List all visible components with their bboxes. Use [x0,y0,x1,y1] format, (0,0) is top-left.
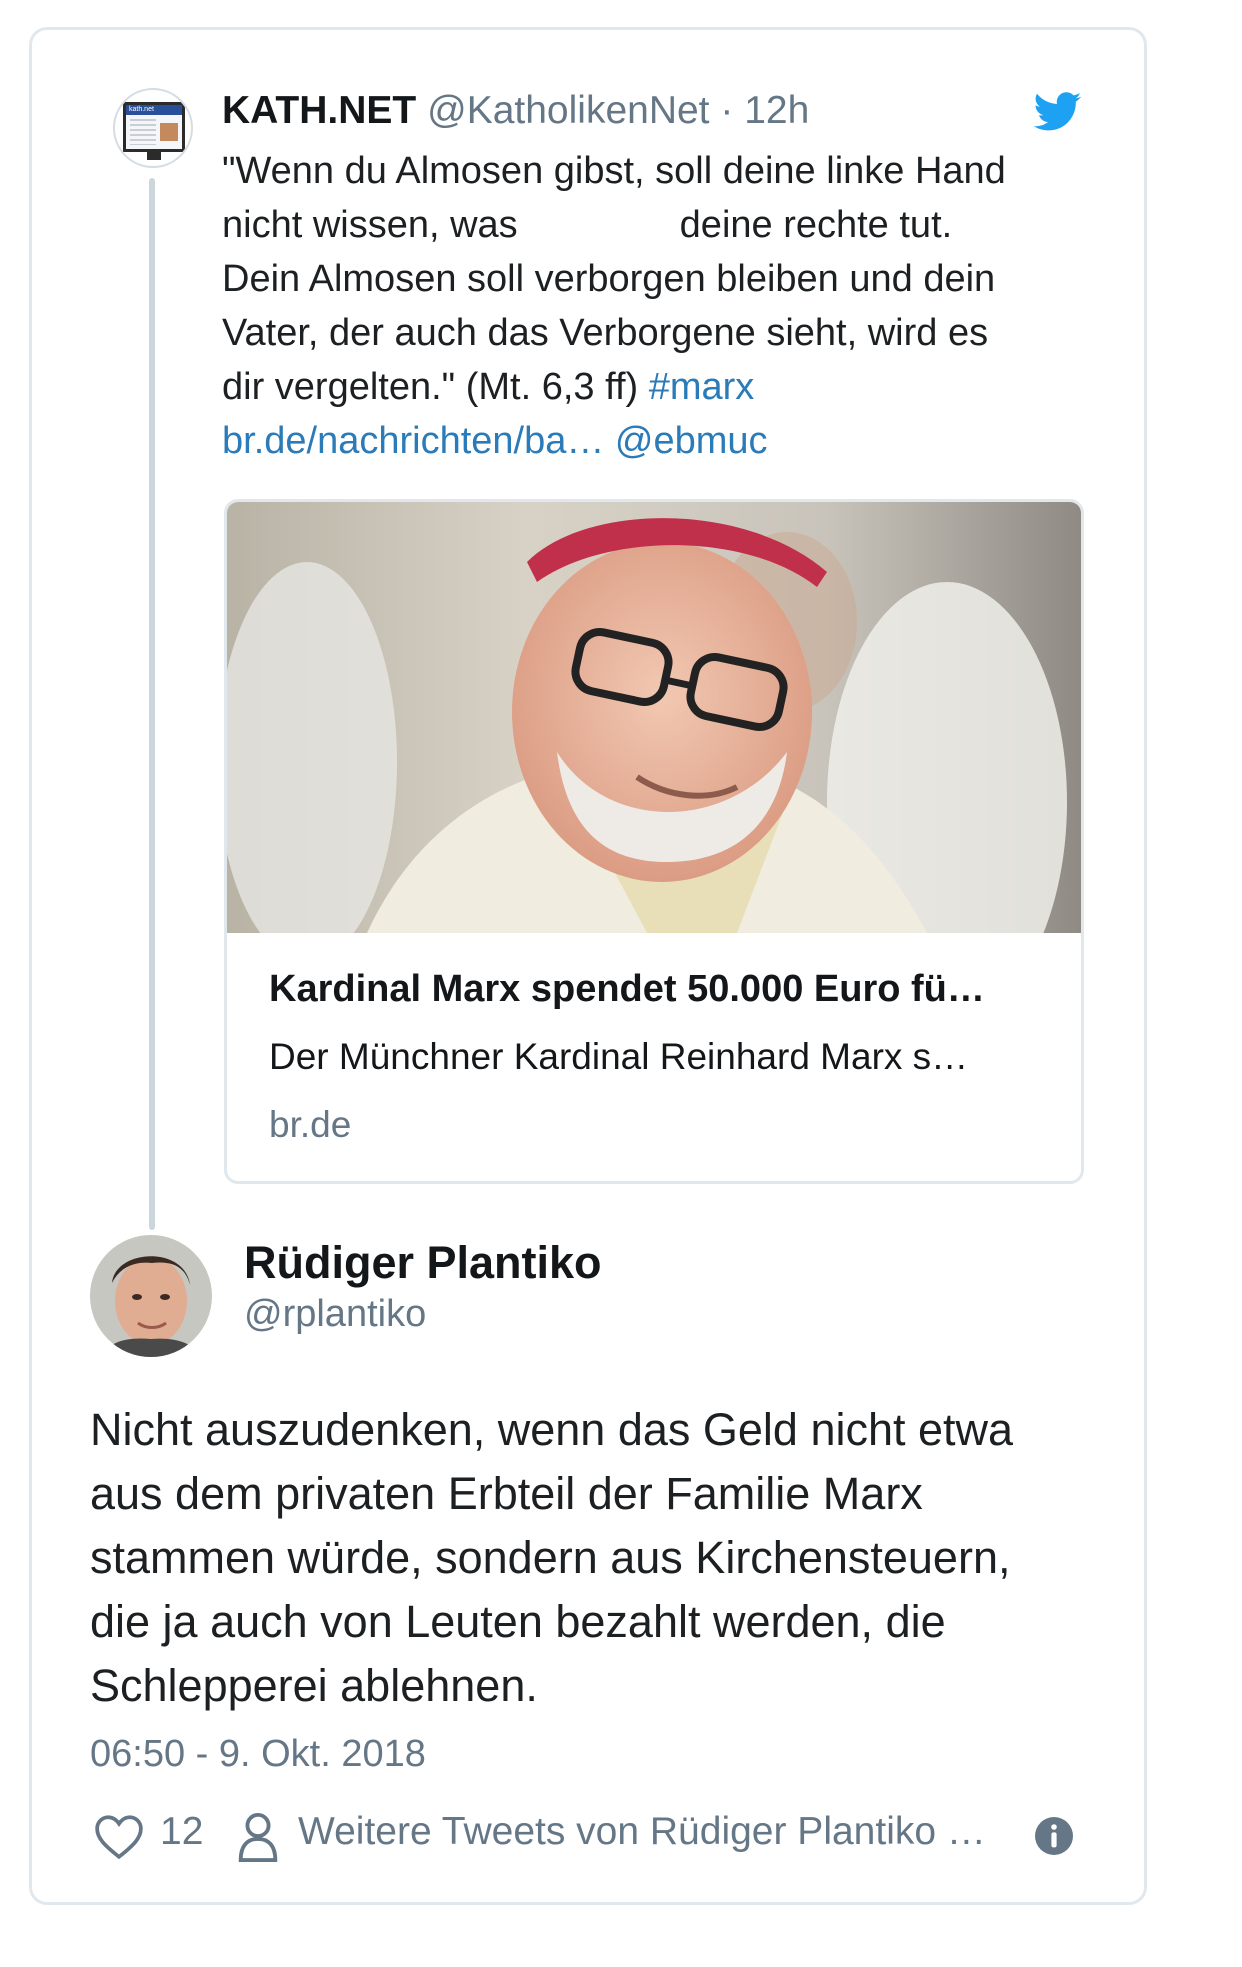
hashtag-marx-link[interactable]: #marx [649,366,755,408]
katholikennet-avatar[interactable]: kath.net [113,88,193,168]
mention-ebmuc-link[interactable]: @ebmuc [615,420,768,462]
person-icon [238,1812,278,1862]
article-url-link[interactable]: br.de/nachrichten/ba… [222,420,604,462]
tweet-timestamp[interactable]: 06:50 - 9. Okt. 2018 [90,1733,426,1776]
avatar-logo-text: kath.net [126,105,182,115]
header-separator: · [720,89,734,132]
twitter-bird-icon[interactable] [1034,92,1082,132]
quoted-author-name[interactable]: KATH.NET [222,89,416,132]
avatar-screen-graphic: kath.net [123,102,185,152]
thread-connector-line [149,178,155,1230]
more-tweets-link[interactable]: Weitere Tweets von Rüdiger Plantiko … [298,1810,986,1854]
card-title: Kardinal Marx spendet 50.000 Euro fü… [269,968,985,1010]
rplantiko-avatar[interactable] [90,1235,212,1357]
quoted-author-handle[interactable]: @KatholikenNet [427,89,709,132]
quoted-tweet-header: KATH.NET @KatholikenNet · 12h [222,88,809,134]
quoted-tweet-time[interactable]: 12h [744,89,809,132]
like-count: 12 [160,1810,204,1853]
quoted-tweet-text: "Wenn du Almosen gibst, soll deine linke… [222,150,1006,462]
heart-icon[interactable] [94,1814,144,1860]
info-icon[interactable] [1034,1816,1074,1856]
reply-tweet-text: Nicht auszudenken, wenn das Geld nicht e… [90,1404,1014,1711]
tweet-actions: 12 Weitere Tweets von Rüdiger Plantiko … [94,1810,1094,1864]
link-preview-card[interactable]: Kardinal Marx spendet 50.000 Euro fü… De… [224,499,1084,1184]
reply-author-name[interactable]: Rüdiger Plantiko [244,1237,602,1289]
card-description: Der Münchner Kardinal Reinhard Marx s… [269,1036,969,1077]
reply-author-handle[interactable]: @rplantiko [244,1293,426,1336]
card-domain: br.de [269,1104,352,1145]
article-photo [227,502,1081,933]
